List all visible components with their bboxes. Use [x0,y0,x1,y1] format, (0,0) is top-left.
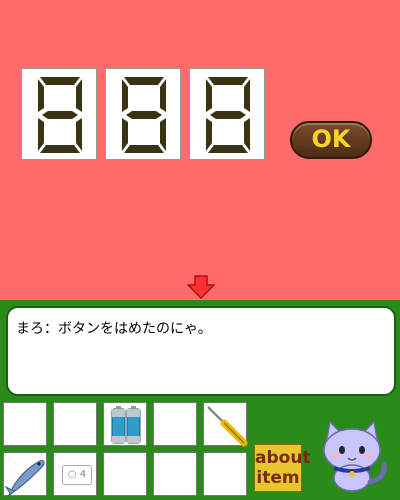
digit-display-2[interactable] [105,68,181,160]
seven-segment-digit-icon [38,77,82,153]
inventory-slot-8[interactable] [103,452,147,496]
back-arrow-down-icon[interactable] [187,275,215,299]
inventory-slot-1[interactable] [3,402,47,446]
cat-character-icon [323,420,387,492]
about-item-line2: item [256,468,300,488]
inventory-slot-7[interactable]: ○ 4 [53,452,97,496]
ok-button[interactable]: OK [290,121,372,159]
dialog-text: まろ：ボタンをはめたのにゃ。 [16,321,212,337]
inventory-slot-5[interactable] [203,402,248,447]
inventory-slot-2[interactable] [53,402,97,446]
inventory-slot-4[interactable] [153,402,197,446]
fish-icon [4,460,45,497]
inventory-slot-9[interactable] [153,452,197,496]
dialog-box: まろ：ボタンをはめたのにゃ。 [6,306,396,396]
about-item-line1: about [255,448,311,468]
digit-display-3[interactable] [189,68,265,160]
seven-segment-digit-icon [206,77,250,153]
batteries-icon [111,406,141,444]
inventory-slot-3[interactable] [103,402,147,446]
digit-display-1[interactable] [21,68,97,160]
screwdriver-icon [207,406,248,447]
button-tile-icon: ○ 4 [62,465,92,485]
seven-segment-digit-icon [122,77,166,153]
inventory-slot-6[interactable] [3,452,47,497]
about-item-button[interactable]: about item [254,444,311,492]
inventory-slot-10[interactable] [203,452,247,496]
